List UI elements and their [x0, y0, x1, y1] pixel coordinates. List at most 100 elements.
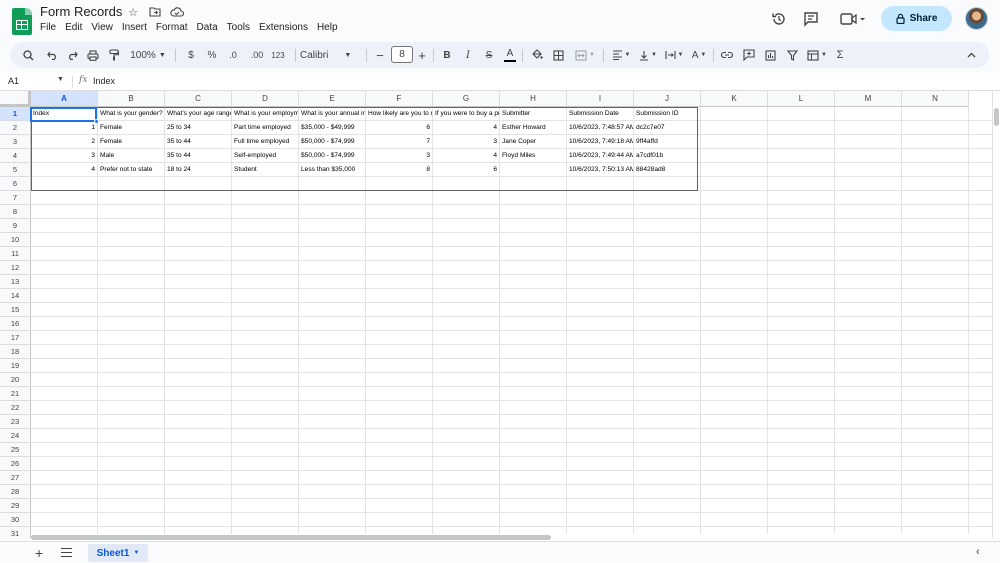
column-header-l[interactable]: L [768, 91, 835, 107]
sheet-tab[interactable]: Sheet1 ▼ [88, 544, 148, 562]
document-title[interactable]: Form Records [40, 4, 122, 19]
menu-insert[interactable]: Insert [122, 22, 152, 33]
cell-a2[interactable]: 1 [31, 121, 97, 135]
row-header-22[interactable]: 22 [0, 401, 31, 415]
row-header-28[interactable]: 28 [0, 485, 31, 499]
column-header-n[interactable]: N [902, 91, 969, 107]
increase-decimal-button[interactable]: .00 [246, 42, 268, 68]
cell-j4[interactable]: a7cdf01b [634, 149, 700, 163]
cell-d5[interactable]: Student [232, 163, 298, 177]
cell-g3[interactable]: 3 [433, 135, 499, 149]
cell-c4[interactable]: 35 to 44 [165, 149, 231, 163]
collapse-toolbar-icon[interactable] [964, 42, 978, 68]
text-color-button[interactable]: A [503, 42, 517, 68]
row-header-2[interactable]: 2 [0, 121, 31, 135]
row-header-7[interactable]: 7 [0, 191, 31, 205]
search-menus-icon[interactable] [20, 42, 36, 68]
star-icon[interactable]: ☆ [126, 5, 140, 19]
merge-cells-icon[interactable]: ▼ [572, 42, 598, 68]
cell-b5[interactable]: Prefer not to state [98, 163, 164, 177]
row-header-21[interactable]: 21 [0, 387, 31, 401]
redo-icon[interactable] [64, 42, 80, 68]
row-header-27[interactable]: 27 [0, 471, 31, 485]
fill-handle[interactable] [94, 119, 99, 124]
cell-a1[interactable]: Index [31, 107, 97, 121]
italic-button[interactable]: I [462, 42, 474, 68]
cell-j2[interactable]: dc2c7e07 [634, 121, 700, 135]
spreadsheet-grid[interactable]: A B C D E F G H I J K L M N 1 2 3 4 5 6 7 8 9 10 11 12 13 14 15 16 17 1… [0, 91, 992, 538]
avatar[interactable] [965, 7, 988, 30]
cell-g1[interactable]: If you were to buy a pr [433, 107, 499, 121]
row-header-17[interactable]: 17 [0, 331, 31, 345]
cloud-status-icon[interactable] [170, 5, 184, 19]
row-header-31[interactable]: 31 [0, 527, 31, 538]
row-header-23[interactable]: 23 [0, 415, 31, 429]
menu-tools[interactable]: Tools [227, 22, 255, 33]
insert-chart-icon[interactable] [762, 42, 778, 68]
cell-h1[interactable]: Submitter [500, 107, 566, 121]
sheets-logo-icon[interactable] [12, 8, 32, 35]
text-rotation-icon[interactable]: A ▼ [688, 42, 710, 68]
column-header-f[interactable]: F [366, 91, 433, 107]
horizontal-scrollbar[interactable] [31, 534, 991, 541]
cell-i1[interactable]: Submission Date [567, 107, 633, 121]
row-header-16[interactable]: 16 [0, 317, 31, 331]
column-header-d[interactable]: D [232, 91, 299, 107]
cell-b4[interactable]: Male [98, 149, 164, 163]
vertical-align-icon[interactable]: ▼ [636, 42, 660, 68]
font-size-input[interactable]: 8 [391, 46, 413, 63]
cell-c1[interactable]: What's your age range [165, 107, 231, 121]
menu-file[interactable]: File [40, 22, 61, 33]
cell-d3[interactable]: Full time employed [232, 135, 298, 149]
formula-input[interactable]: Index [93, 76, 115, 86]
paint-format-icon[interactable] [106, 42, 122, 68]
cell-f2[interactable]: 6 [366, 121, 432, 135]
cell-a4[interactable]: 3 [31, 149, 97, 163]
horizontal-scroll-thumb[interactable] [31, 535, 551, 540]
row-header-6[interactable]: 6 [0, 177, 31, 191]
row-header-9[interactable]: 9 [0, 219, 31, 233]
column-header-j[interactable]: J [634, 91, 701, 107]
cell-d2[interactable]: Part time employed [232, 121, 298, 135]
cell-i5[interactable]: 10/6/2023, 7:50:13 AM [567, 163, 633, 177]
row-header-12[interactable]: 12 [0, 261, 31, 275]
cell-h4[interactable]: Floyd Miles [500, 149, 566, 163]
functions-icon[interactable]: Σ [832, 42, 848, 68]
share-button[interactable]: Share [881, 6, 952, 31]
all-sheets-icon[interactable] [61, 548, 72, 557]
cell-c2[interactable]: 25 to 34 [165, 121, 231, 135]
move-to-folder-icon[interactable] [148, 5, 162, 19]
column-header-c[interactable]: C [165, 91, 232, 107]
version-history-icon[interactable] [769, 9, 789, 29]
borders-icon[interactable] [550, 42, 566, 68]
zoom-select[interactable]: 100% ▼ [128, 42, 168, 68]
cell-i4[interactable]: 10/6/2023, 7:49:44 AM [567, 149, 633, 163]
row-header-19[interactable]: 19 [0, 359, 31, 373]
row-header-30[interactable]: 30 [0, 513, 31, 527]
cell-f3[interactable]: 7 [366, 135, 432, 149]
percent-format-button[interactable]: % [205, 42, 219, 68]
menu-help[interactable]: Help [317, 22, 343, 33]
row-header-11[interactable]: 11 [0, 247, 31, 261]
cell-d4[interactable]: Self-employed [232, 149, 298, 163]
cell-g4[interactable]: 4 [433, 149, 499, 163]
cell-f5[interactable]: 8 [366, 163, 432, 177]
row-header-15[interactable]: 15 [0, 303, 31, 317]
cell-d1[interactable]: What is your employm [232, 107, 298, 121]
decrease-font-size-icon[interactable]: − [374, 42, 386, 68]
vertical-scroll-thumb[interactable] [994, 108, 999, 126]
print-icon[interactable] [85, 42, 101, 68]
filter-icon[interactable] [784, 42, 800, 68]
cell-g5[interactable]: 6 [433, 163, 499, 177]
more-formats-button[interactable]: 123 [268, 42, 288, 68]
increase-font-size-icon[interactable]: + [416, 42, 428, 68]
cell-g2[interactable]: 4 [433, 121, 499, 135]
row-header-3[interactable]: 3 [0, 135, 31, 149]
cell-e1[interactable]: What is your annual in [299, 107, 365, 121]
chevron-down-icon[interactable]: ▼ [57, 76, 64, 83]
insert-comment-icon[interactable] [741, 42, 757, 68]
column-header-i[interactable]: I [567, 91, 634, 107]
cell-h2[interactable]: Esther Howard [500, 121, 566, 135]
menu-format[interactable]: Format [156, 22, 193, 33]
row-header-5[interactable]: 5 [0, 163, 31, 177]
